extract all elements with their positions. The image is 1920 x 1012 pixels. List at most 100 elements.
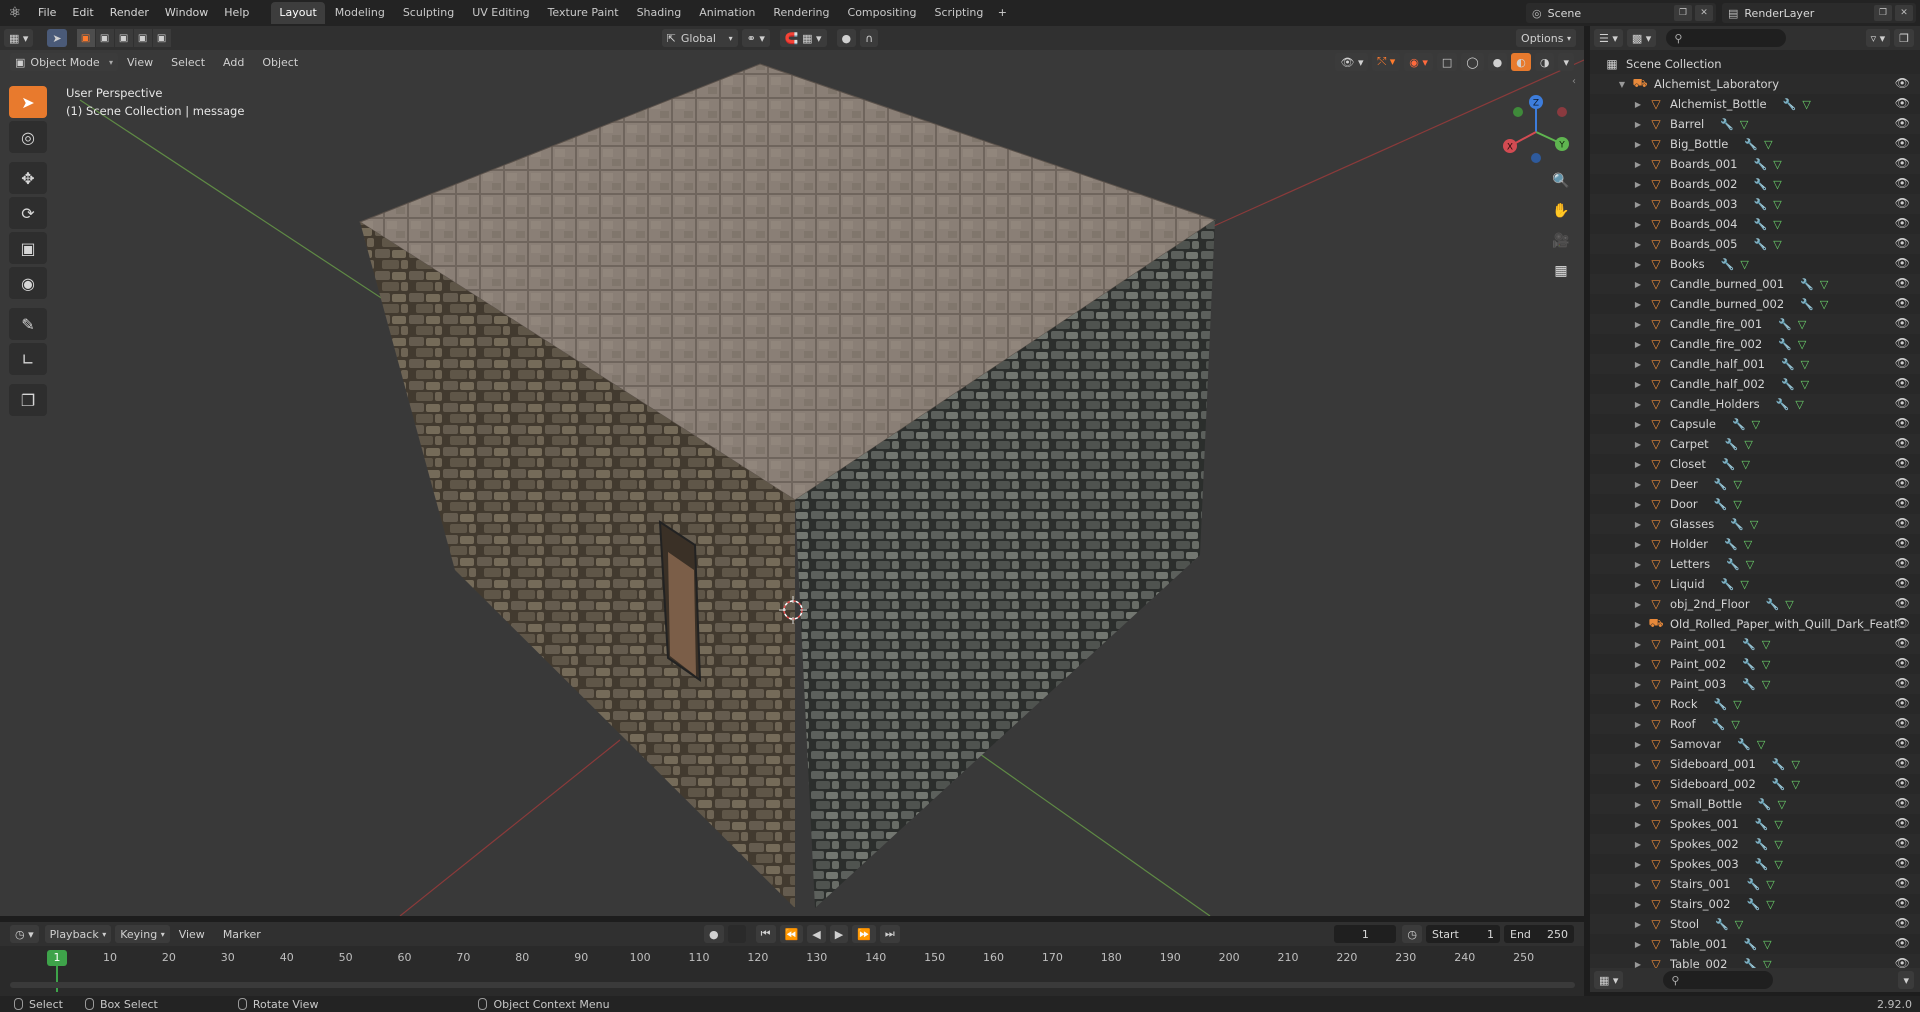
list-item[interactable]: ▶ ▽ Samovar 🔧 ▽ 👁 xyxy=(1590,734,1920,754)
visibility-eye-icon[interactable]: 👁 xyxy=(1895,356,1910,370)
jump-keyframe-back-icon[interactable]: ⏪ xyxy=(779,925,804,943)
expand-arrow-icon[interactable]: ▶ xyxy=(1632,520,1644,529)
mesh-data-icon[interactable]: ▽ xyxy=(1773,158,1781,171)
modifier-wrench-icon[interactable]: 🔧 xyxy=(1754,178,1768,191)
auto-keying-record-icon[interactable]: ● xyxy=(704,925,724,943)
modifier-wrench-icon[interactable]: 🔧 xyxy=(1744,138,1758,151)
expand-arrow-icon[interactable]: ▶ xyxy=(1632,220,1644,229)
proportional-falloff-selector[interactable]: ∩ xyxy=(860,29,879,47)
visibility-eye-icon[interactable]: 👁 xyxy=(1895,616,1910,630)
expand-arrow-icon[interactable]: ▶ xyxy=(1632,860,1644,869)
modifier-wrench-icon[interactable]: 🔧 xyxy=(1714,698,1728,711)
list-item[interactable]: ▶ ▽ Alchemist_Bottle 🔧 ▽ 👁 xyxy=(1590,94,1920,114)
keying-set-icon[interactable] xyxy=(727,925,746,943)
keying-menu[interactable]: Keying ▾ xyxy=(115,925,170,943)
modifier-wrench-icon[interactable]: 🔧 xyxy=(1754,158,1768,171)
cursor-tool-icon[interactable]: ◎ xyxy=(9,121,47,153)
expand-arrow-icon[interactable]: ▶ xyxy=(1632,620,1644,629)
options-dropdown[interactable]: Options ▾ xyxy=(1516,29,1576,47)
modifier-wrench-icon[interactable]: 🔧 xyxy=(1725,438,1739,451)
visibility-eye-icon[interactable]: 👁 xyxy=(1895,816,1910,830)
list-item[interactable]: ▶ ▽ Liquid 🔧 ▽ 👁 xyxy=(1590,574,1920,594)
timeline-scrollbar[interactable] xyxy=(10,982,1575,988)
play-icon[interactable]: ▶ xyxy=(829,925,849,943)
gizmo-toggle-icon[interactable]: ⤲ ▾ xyxy=(1372,53,1401,71)
camera-view-icon[interactable]: 🎥 xyxy=(1548,228,1574,254)
mesh-data-icon[interactable]: ▽ xyxy=(1763,938,1771,951)
list-item[interactable]: ▶ ▽ Roof 🔧 ▽ 👁 xyxy=(1590,714,1920,734)
pivot-point-selector[interactable]: ⚭ ▾ xyxy=(741,29,770,47)
mesh-data-icon[interactable]: ▽ xyxy=(1774,838,1782,851)
expand-arrow-icon[interactable]: ▶ xyxy=(1632,340,1644,349)
expand-arrow-icon[interactable]: ▶ xyxy=(1632,920,1644,929)
select-subtract-icon[interactable]: ▣ xyxy=(114,29,133,47)
tab-modeling[interactable]: Modeling xyxy=(327,2,393,24)
new-collection-icon[interactable]: ❐ xyxy=(1894,29,1914,47)
expand-arrow-icon[interactable]: ▶ xyxy=(1632,560,1644,569)
mesh-data-icon[interactable]: ▽ xyxy=(1746,558,1754,571)
expand-arrow-icon[interactable]: ▶ xyxy=(1632,100,1644,109)
mesh-data-icon[interactable]: ▽ xyxy=(1778,798,1786,811)
mesh-data-icon[interactable]: ▽ xyxy=(1762,658,1770,671)
mesh-data-icon[interactable]: ▽ xyxy=(1733,498,1741,511)
navigation-gizmo[interactable]: Z Y X xyxy=(1496,92,1576,172)
visibility-eye-icon[interactable]: 👁 xyxy=(1895,896,1910,910)
expand-arrow-icon[interactable]: ▶ xyxy=(1632,900,1644,909)
modifier-wrench-icon[interactable]: 🔧 xyxy=(1732,418,1746,431)
mesh-data-icon[interactable]: ▽ xyxy=(1820,278,1828,291)
list-item[interactable]: ▶ ▽ Holder 🔧 ▽ 👁 xyxy=(1590,534,1920,554)
visibility-eye-icon[interactable]: 👁 xyxy=(1895,716,1910,730)
list-item[interactable]: ▶ ▽ Letters 🔧 ▽ 👁 xyxy=(1590,554,1920,574)
modifier-wrench-icon[interactable]: 🔧 xyxy=(1715,918,1729,931)
mesh-data-icon[interactable]: ▽ xyxy=(1774,858,1782,871)
mesh-data-icon[interactable]: ▽ xyxy=(1766,878,1774,891)
timeline-menu-view[interactable]: View xyxy=(170,928,214,941)
mesh-data-icon[interactable]: ▽ xyxy=(1798,338,1806,351)
mesh-data-icon[interactable]: ▽ xyxy=(1773,178,1781,191)
expand-arrow-icon[interactable]: ▶ xyxy=(1632,460,1644,469)
list-item[interactable]: ▶ ▽ Stairs_002 🔧 ▽ 👁 xyxy=(1590,894,1920,914)
select-tool-icon[interactable]: ➤ xyxy=(47,29,67,47)
play-reverse-icon[interactable]: ◀ xyxy=(807,925,826,943)
visibility-eye-icon[interactable]: 👁 xyxy=(1895,156,1910,170)
visibility-eye-icon[interactable]: 👁 xyxy=(1895,116,1910,130)
modifier-wrench-icon[interactable]: 🔧 xyxy=(1721,578,1735,591)
end-frame-field[interactable]: End 250 xyxy=(1504,925,1574,943)
visibility-eye-icon[interactable]: 👁 xyxy=(1895,296,1910,310)
scene-collection-row[interactable]: ▦ Scene Collection xyxy=(1590,54,1920,74)
modifier-wrench-icon[interactable]: 🔧 xyxy=(1724,538,1738,551)
timeline-menu-marker[interactable]: Marker xyxy=(214,928,270,941)
expand-arrow-icon[interactable]: ▶ xyxy=(1632,660,1644,669)
modifier-wrench-icon[interactable]: 🔧 xyxy=(1758,798,1772,811)
visibility-eye-icon[interactable]: 👁 xyxy=(1895,576,1910,590)
visibility-eye-icon[interactable]: 👁 xyxy=(1895,856,1910,870)
delete-scene-icon[interactable]: ✕ xyxy=(1695,5,1713,21)
mesh-data-icon[interactable]: ▽ xyxy=(1733,698,1741,711)
expand-arrow-icon[interactable]: ▶ xyxy=(1632,780,1644,789)
list-item[interactable]: ▶ ▽ Paint_001 🔧 ▽ 👁 xyxy=(1590,634,1920,654)
object-mode-selector[interactable]: ▣ Object Mode ▾ xyxy=(10,53,118,71)
list-item[interactable]: ▶ ▽ Candle_half_001 🔧 ▽ 👁 xyxy=(1590,354,1920,374)
visibility-eye-icon[interactable]: 👁 xyxy=(1895,196,1910,210)
visibility-eye-icon[interactable]: 👁 xyxy=(1895,136,1910,150)
mesh-data-icon[interactable]: ▽ xyxy=(1744,438,1752,451)
list-item[interactable]: ▶ ▽ Closet 🔧 ▽ 👁 xyxy=(1590,454,1920,474)
tab-sculpting[interactable]: Sculpting xyxy=(395,2,462,24)
visibility-eye-icon[interactable]: 👁 xyxy=(1895,916,1910,930)
visibility-eye-icon[interactable]: 👁 xyxy=(1895,876,1910,890)
list-item[interactable]: ▶ ▽ Rock 🔧 ▽ 👁 xyxy=(1590,694,1920,714)
list-item[interactable]: ▶ ▽ Paint_003 🔧 ▽ 👁 xyxy=(1590,674,1920,694)
mesh-data-icon[interactable]: ▽ xyxy=(1802,98,1810,111)
mesh-data-icon[interactable]: ▽ xyxy=(1757,738,1765,751)
xray-toggle-icon[interactable]: □ xyxy=(1436,53,1458,71)
menu-file[interactable]: File xyxy=(30,0,64,26)
visibility-eye-icon[interactable]: 👁 xyxy=(1895,216,1910,230)
expand-arrow-icon[interactable]: ▶ xyxy=(1632,240,1644,249)
expand-arrow-icon[interactable]: ▶ xyxy=(1632,420,1644,429)
mesh-data-icon[interactable]: ▽ xyxy=(1731,718,1739,731)
outliner-editor-type-icon[interactable]: ☰ ▾ xyxy=(1594,29,1623,47)
list-item[interactable]: ▶ ▽ Stool 🔧 ▽ 👁 xyxy=(1590,914,1920,934)
solid-shading-icon[interactable]: ● xyxy=(1487,53,1508,71)
modifier-wrench-icon[interactable]: 🔧 xyxy=(1778,338,1792,351)
modifier-wrench-icon[interactable]: 🔧 xyxy=(1772,778,1786,791)
